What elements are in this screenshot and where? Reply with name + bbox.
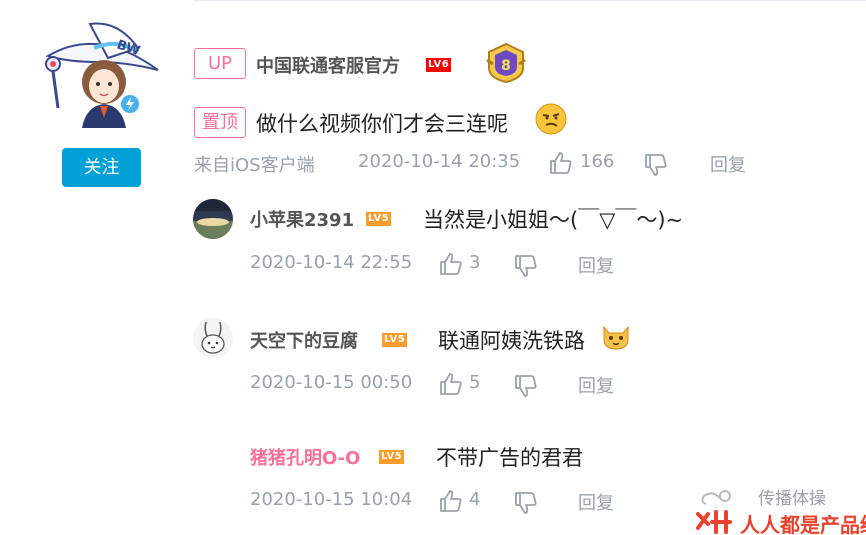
- level-badge: LV5: [379, 450, 405, 464]
- level-badge: LV5: [366, 212, 392, 226]
- reply-button[interactable]: 回复: [578, 372, 614, 398]
- reply-timestamp: 2020-10-15 10:04: [250, 489, 413, 510]
- reply-timestamp: 2020-10-15 00:50: [250, 372, 413, 393]
- like-count: 4: [469, 489, 481, 510]
- comment-source: 来自iOS客户端: [194, 155, 315, 176]
- dislike-icon[interactable]: [513, 490, 539, 516]
- follow-button[interactable]: 关注: [62, 148, 141, 187]
- dislike-icon[interactable]: [513, 373, 539, 399]
- reply-button[interactable]: 回复: [710, 151, 746, 177]
- like-count: 5: [469, 372, 481, 393]
- comment-text: 做什么视频你们才会三连呢: [256, 112, 508, 136]
- medal-icon: 8: [486, 42, 526, 84]
- like-icon[interactable]: [438, 488, 464, 514]
- top-divider: [193, 0, 866, 1]
- reply-timestamp: 2020-10-14 22:55: [250, 252, 413, 273]
- cat-emoji-icon: [603, 325, 629, 350]
- watermark-top-text: 传播体操: [758, 489, 826, 509]
- up-badge: UP: [194, 48, 246, 79]
- dislike-icon[interactable]: [513, 253, 539, 279]
- svg-text:8: 8: [501, 58, 511, 74]
- watermark-logo: 传播体操 人人都是产品经理: [696, 489, 866, 535]
- like-icon[interactable]: [438, 371, 464, 397]
- reply-username[interactable]: 猪猪孔明O-O: [250, 444, 360, 470]
- doge-emoji-icon: [535, 103, 567, 135]
- up-avatar[interactable]: BW: [38, 18, 166, 128]
- watermark-bottom-text: 人人都是产品经理: [740, 513, 866, 535]
- like-icon[interactable]: [548, 150, 574, 176]
- reply-button[interactable]: 回复: [578, 489, 614, 515]
- reply-username[interactable]: 天空下的豆腐: [250, 327, 358, 353]
- level-badge: LV5: [382, 333, 408, 347]
- reply-button[interactable]: 回复: [578, 252, 614, 278]
- like-count: 166: [580, 151, 615, 172]
- pinned-badge: 置顶: [194, 107, 246, 138]
- reply-username[interactable]: 小苹果2391: [250, 206, 354, 232]
- reply-avatar[interactable]: [193, 199, 233, 239]
- reply-avatar[interactable]: [193, 318, 233, 358]
- reply-text: 不带广告的君君: [436, 446, 583, 470]
- up-username[interactable]: 中国联通客服官方: [256, 52, 400, 78]
- reply-text: 联通阿姨洗铁路: [438, 329, 585, 353]
- reply-text: 当然是小姐姐～(￣▽￣～)~: [423, 208, 684, 232]
- level-badge: LV6: [426, 58, 452, 72]
- comment-timestamp: 2020-10-14 20:35: [358, 151, 521, 172]
- dislike-icon[interactable]: [643, 152, 669, 178]
- like-count: 3: [469, 252, 481, 273]
- like-icon[interactable]: [438, 251, 464, 277]
